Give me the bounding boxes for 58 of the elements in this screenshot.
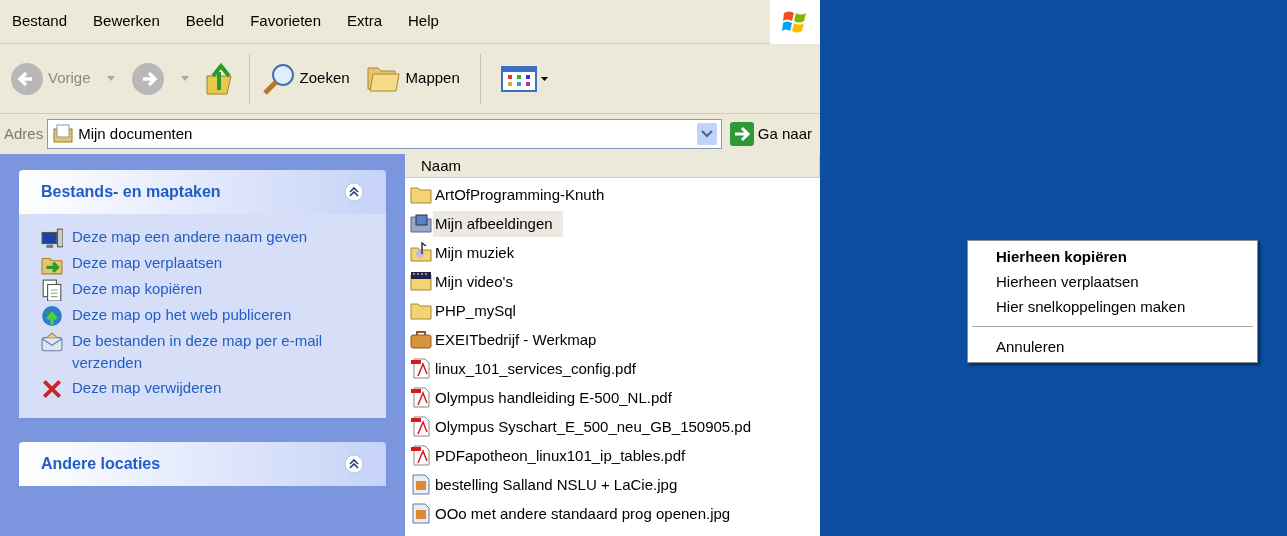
view-grid-icon[interactable] [500, 64, 549, 93]
briefcase-icon [410, 328, 432, 351]
image-file-icon [410, 502, 432, 525]
task-link[interactable]: Deze map op het web publiceren [72, 304, 327, 326]
collapse-chevron-icon[interactable] [344, 182, 364, 202]
documents-folder-icon [52, 124, 75, 144]
pdf-file-icon [410, 357, 432, 380]
menu-item[interactable]: Help [408, 10, 439, 33]
menu-item[interactable]: Hierheen kopiëren [968, 244, 1257, 269]
menu-item[interactable]: Bestand [12, 10, 68, 33]
pdf-file-icon [410, 386, 432, 409]
cross-icon [41, 378, 63, 400]
monitor-icon [41, 227, 63, 249]
pane-header[interactable]: Bestands- en maptaken [19, 170, 386, 214]
folders-button[interactable]: Mappen [365, 63, 460, 94]
menu-item[interactable]: Favorieten [250, 10, 321, 33]
go-button[interactable]: Ga naar [725, 122, 816, 146]
document-icon [41, 279, 63, 301]
task-link[interactable]: De bestanden in deze map per e-mail verzenden [72, 330, 327, 374]
pdf-file-icon [410, 415, 432, 438]
pdf-file-icon [410, 444, 432, 467]
image-file-icon [410, 473, 432, 496]
address-label: Adres [4, 123, 44, 144]
task-link[interactable]: Deze map verplaatsen [72, 252, 327, 274]
menu-item[interactable]: Beeld [185, 10, 225, 33]
task-link[interactable]: Deze map kopiëren [72, 278, 327, 300]
video-folder-icon [410, 270, 432, 293]
file-item[interactable]: Mijn muziek [433, 239, 517, 266]
pane-header[interactable]: Andere locaties [19, 442, 386, 486]
address-field[interactable]: Mijn documenten [47, 119, 722, 149]
music-folder-icon [410, 241, 432, 264]
picture-folder-icon [410, 212, 432, 235]
envelope-icon [41, 331, 63, 353]
file-item[interactable]: PHP_mySql [433, 297, 518, 324]
file-item[interactable]: ArtOfProgramming-Knuth [433, 181, 607, 208]
windows-logo-icon [770, 0, 820, 44]
file-item[interactable]: EXEITbedrijf - Werkmap [433, 326, 599, 353]
file-item[interactable]: PDFapotheon_linux101_ip_tables.pdf [433, 442, 688, 469]
file-item[interactable]: linux_101_services_config.pdf [433, 355, 638, 382]
globe-icon [41, 305, 63, 327]
menu-item[interactable]: Annuleren [968, 334, 1257, 359]
file-item[interactable]: Olympus Syschart_E_500_neu_GB_150905.pd [433, 413, 754, 440]
menu-item[interactable]: Hierheen verplaatsen [968, 269, 1257, 294]
task-link[interactable]: Deze map een andere naam geven [72, 226, 327, 248]
menu-item[interactable]: Extra [347, 10, 382, 33]
file-item[interactable]: Mijn afbeeldingen [433, 210, 563, 237]
file-item[interactable]: Mijn video's [433, 268, 515, 295]
dropdown-icon[interactable] [696, 123, 717, 145]
search-icon [261, 61, 296, 96]
file-item[interactable]: OOo met andere standaard prog openen.jpg [433, 500, 733, 527]
search-button[interactable]: Zoeken [261, 61, 350, 96]
file-item[interactable]: Olympus handleiding E-500_NL.pdf [433, 384, 674, 411]
menu-item[interactable]: Bewerken [93, 10, 160, 33]
collapse-chevron-icon[interactable] [344, 454, 364, 474]
task-link[interactable]: Deze map verwijderen [72, 377, 327, 399]
file-item[interactable]: bestelling Salland NSLU + LaCie.jpg [433, 471, 680, 498]
column-header[interactable]: Naam [405, 154, 820, 177]
menu-item[interactable]: Hier snelkoppelingen maken [968, 294, 1257, 319]
